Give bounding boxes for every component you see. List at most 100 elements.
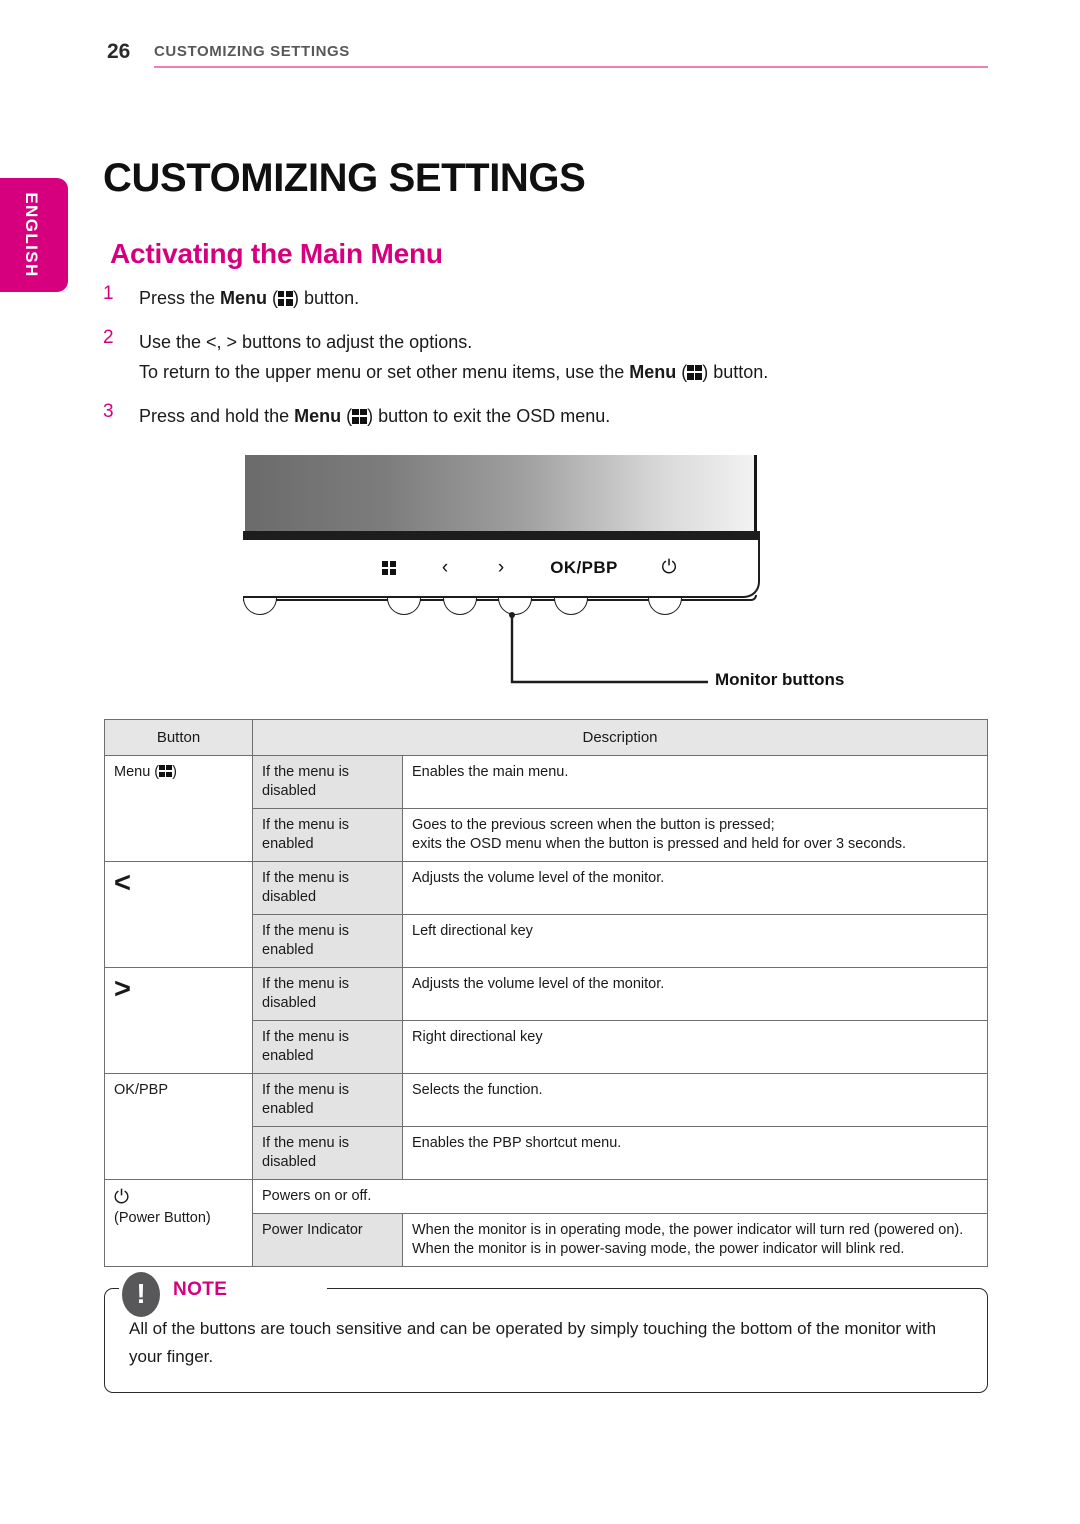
- cell-description: Adjusts the volume level of the monitor.: [402, 967, 988, 1021]
- monitor-screen: [245, 455, 757, 531]
- cell-button-left: <: [104, 861, 253, 968]
- cell-description: Selects the function.: [402, 1073, 988, 1127]
- note-title: NOTE: [173, 1279, 228, 1300]
- step-text-post: ) button.: [293, 288, 360, 308]
- step-text-pre: Press and hold the: [139, 406, 295, 426]
- cell-condition: If the menu is disabled: [252, 967, 403, 1021]
- menu-grid-icon: [159, 764, 172, 778]
- cell-button-menu-suffix: ): [172, 764, 177, 780]
- monitor-screen-shadow: [243, 531, 760, 540]
- header-chapter-label: CUSTOMIZING SETTINGS: [154, 43, 350, 60]
- cell-condition: If the menu is disabled: [252, 861, 403, 915]
- cell-condition: If the menu is disabled: [252, 1126, 403, 1180]
- chapter-title: CUSTOMIZING SETTINGS: [103, 155, 586, 200]
- cell-button-menu: Menu (): [104, 755, 253, 862]
- power-icon: ⏻: [661, 557, 677, 578]
- power-icon: ⏻: [114, 1187, 130, 1208]
- step-text-bold: Menu: [629, 362, 677, 382]
- step-text-post: ) button.: [702, 362, 769, 382]
- cell-button-power: ⏻ (Power Button): [104, 1179, 253, 1267]
- list-item: 1 Press the Menu ( ) button.: [103, 283, 983, 313]
- cell-condition: If the menu is enabled: [252, 1073, 403, 1127]
- section-title: Activating the Main Menu: [110, 238, 443, 270]
- left-chevron-icon: ‹: [441, 557, 449, 578]
- step-text-pre: Use the <, > buttons to adjust the optio…: [139, 332, 473, 352]
- table-row: Menu () If the menu is disabled Enables …: [104, 755, 988, 862]
- cell-condition: If the menu is enabled: [252, 808, 403, 862]
- exclamation-icon: !: [122, 1272, 160, 1317]
- step-text-bold: Menu: [294, 406, 342, 426]
- menu-grid-icon: [278, 291, 293, 306]
- monitor-illustration: ‹ › OK/PBP ⏻ Monitor buttons: [243, 455, 883, 700]
- step-line: Press and hold the Menu ( ) button to exi…: [139, 401, 983, 431]
- table-row: OK/PBP If the menu is enabled Selects th…: [104, 1073, 988, 1180]
- touch-button-indicator: [554, 598, 588, 615]
- bezel-button-row: ‹ › OK/PBP ⏻: [361, 551, 701, 585]
- step-body: Press and hold the Menu ( ) button to exi…: [139, 401, 983, 431]
- table-row: ⏻ (Power Button) Powers on or off.: [104, 1179, 988, 1267]
- page-header: 26 CUSTOMIZING SETTINGS: [0, 40, 1080, 76]
- step-number: 1: [103, 283, 114, 304]
- exclamation-glyph: !: [136, 1277, 146, 1309]
- touch-button-indicator: [648, 598, 682, 615]
- list-item: 2 Use the <, > buttons to adjust the opt…: [103, 327, 983, 387]
- step-line: Use the <, > buttons to adjust the optio…: [139, 327, 983, 357]
- cell-button-right: >: [104, 967, 253, 1074]
- step-text-pre: To return to the upper menu or set other…: [139, 362, 630, 382]
- monitor-buttons-callout-label: Monitor buttons: [715, 670, 845, 689]
- step-text-post: ) button to exit the OSD menu.: [367, 406, 611, 426]
- list-item: 3 Press and hold the Menu ( ) button to e…: [103, 401, 983, 431]
- step-number: 3: [103, 401, 114, 422]
- touch-button-indicator: [387, 598, 421, 615]
- cell-description: Goes to the previous screen when the but…: [402, 808, 988, 862]
- monitor-buttons-table: Button Description Menu () If the menu i…: [104, 719, 988, 1267]
- note-body: All of the buttons are touch sensitive a…: [129, 1319, 937, 1366]
- menu-grid-icon: [352, 409, 367, 424]
- cell-description: Powers on or off.: [252, 1179, 988, 1214]
- cell-description: Enables the main menu.: [402, 755, 988, 809]
- monitor-body: ‹ › OK/PBP ⏻: [243, 455, 763, 615]
- step-text-bold: Menu: [220, 288, 268, 308]
- step-text-mid: (: [676, 362, 688, 382]
- cell-button-menu-text: Menu (: [114, 764, 160, 780]
- step-text-mid: (: [341, 406, 353, 426]
- cell-condition: Power Indicator: [252, 1213, 403, 1267]
- cell-description: Left directional key: [402, 914, 988, 968]
- step-number: 2: [103, 327, 114, 348]
- cell-condition: If the menu is enabled: [252, 914, 403, 968]
- menu-grid-icon-shape: [381, 560, 397, 576]
- step-body: Press the Menu ( ) button.: [139, 283, 983, 313]
- table-row: < If the menu is disabled Adjusts the vo…: [104, 861, 988, 968]
- cell-description: Enables the PBP shortcut menu.: [402, 1126, 988, 1180]
- cell-button-okpbp: OK/PBP: [104, 1073, 253, 1180]
- touch-button-indicator: [498, 598, 532, 615]
- steps-list: 1 Press the Menu ( ) button. 2 Use the <,…: [103, 283, 983, 445]
- table-header-row: Button Description: [104, 719, 988, 756]
- step-body: Use the <, > buttons to adjust the optio…: [139, 327, 983, 387]
- table-row: > If the menu is disabled Adjusts the vo…: [104, 967, 988, 1074]
- column-header-button: Button: [104, 719, 253, 756]
- header-rule: [154, 66, 988, 68]
- step-text-pre: Press the: [139, 288, 221, 308]
- cell-button-power-label: (Power Button): [114, 1210, 211, 1226]
- cell-condition: If the menu is enabled: [252, 1020, 403, 1074]
- touch-button-indicator: [243, 598, 277, 615]
- cell-description: When the monitor is in operating mode, t…: [402, 1213, 988, 1267]
- page-number: 26: [107, 40, 131, 63]
- language-tab-label: ENGLISH: [22, 192, 41, 278]
- step-text-mid: (: [267, 288, 279, 308]
- right-chevron-icon: ›: [497, 557, 505, 578]
- left-arrow-icon: <: [114, 867, 131, 899]
- touch-button-indicator: [443, 598, 477, 615]
- column-header-description: Description: [252, 719, 988, 756]
- note-box: ! NOTE All of the buttons are touch sens…: [104, 1272, 988, 1393]
- menu-grid-icon: [361, 560, 417, 576]
- step-line: To return to the upper menu or set other…: [139, 357, 983, 387]
- step-line: Press the Menu ( ) button.: [139, 283, 983, 313]
- menu-grid-icon: [687, 365, 702, 380]
- okpbp-button-label: OK/PBP: [550, 558, 618, 577]
- right-arrow-icon: >: [114, 973, 131, 1005]
- cell-condition: If the menu is disabled: [252, 755, 403, 809]
- language-tab: ENGLISH: [0, 178, 68, 292]
- cell-description: Adjusts the volume level of the monitor.: [402, 861, 988, 915]
